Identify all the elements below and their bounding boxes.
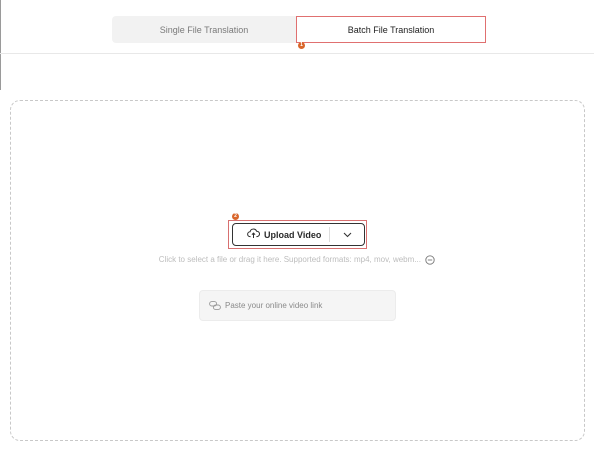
translation-mode-tabs: Single File Translation Batch File Trans… [112,16,486,43]
more-circle-icon[interactable] [423,255,435,265]
file-dropzone[interactable] [10,100,585,441]
upload-video-button[interactable]: Upload Video [232,223,365,246]
video-link-input[interactable]: Paste your online video link [199,290,396,321]
step-badge: 2 [232,213,239,220]
window-edge [0,0,1,90]
upload-video-main[interactable]: Upload Video [233,226,329,244]
tab-single-file-translation[interactable]: Single File Translation [112,16,296,43]
link-icon [209,297,225,315]
upload-video-label: Upload Video [264,229,322,240]
link-placeholder: Paste your online video link [225,301,323,310]
step-badge: 1 [298,42,305,49]
chevron-down-icon[interactable] [330,224,364,245]
header-divider [0,53,594,54]
upload-hint-text: Click to select a file or drag it here. … [158,255,421,265]
upload-hint: Click to select a file or drag it here. … [0,255,594,265]
cloud-upload-icon [247,226,264,244]
tab-batch-file-translation[interactable]: Batch File Translation [296,16,486,43]
